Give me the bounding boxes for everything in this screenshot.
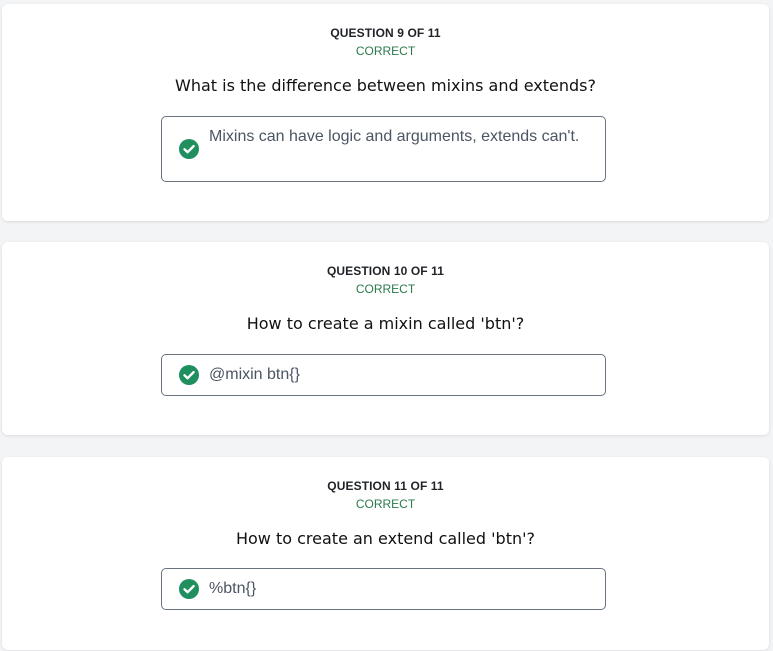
- check-circle-icon: [179, 139, 199, 159]
- answer-text: %btn{}: [209, 580, 257, 597]
- answer-text: Mixins can have logic and arguments, ext…: [209, 128, 580, 145]
- question-card: QUESTION 10 OF 11 CORRECT How to create …: [2, 242, 769, 435]
- question-number: QUESTION 11 OF 11: [327, 479, 444, 493]
- question-text: How to create an extend called 'btn'?: [235, 529, 535, 548]
- question-status: CORRECT: [355, 282, 416, 296]
- question-number: QUESTION 10 OF 11: [326, 264, 445, 278]
- question-text: How to create a mixin called 'btn'?: [246, 314, 525, 333]
- question-card: QUESTION 9 OF 11 CORRECT What is the dif…: [2, 4, 769, 221]
- question-text: What is the difference between mixins an…: [175, 76, 596, 95]
- question-card: QUESTION 11 OF 11 CORRECT How to create …: [2, 457, 769, 650]
- question-status: CORRECT: [355, 497, 416, 511]
- answer-option[interactable]: Mixins can have logic and arguments, ext…: [161, 116, 606, 182]
- question-status: CORRECT: [355, 44, 416, 58]
- answer-text: @mixin btn{}: [209, 366, 300, 383]
- answer-option[interactable]: %btn{}: [161, 568, 606, 610]
- question-number: QUESTION 9 OF 11: [330, 26, 441, 40]
- check-circle-icon: [179, 365, 199, 385]
- answer-option[interactable]: @mixin btn{}: [161, 354, 606, 396]
- check-circle-icon: [179, 579, 199, 599]
